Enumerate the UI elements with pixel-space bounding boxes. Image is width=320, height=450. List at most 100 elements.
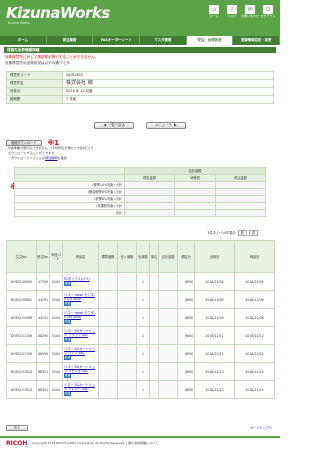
summary-header: 税抜金額 [124, 174, 175, 182]
table-row: DOES149069 47750 5204 PCボックス(パリ) 軽減 1 ¥800 2018… [6, 272, 275, 291]
summary-row-label: (税率10%対象) 小計 [14, 181, 125, 189]
detail-cell-total [158, 344, 178, 363]
summary-row-label: (税率8%対象) 小計 [14, 195, 125, 203]
detail-cell-price [98, 344, 118, 363]
table-row: DOES151814 88301 5104 リコー SGカートリッジ イエロー 4XC… [6, 380, 275, 399]
detail-cell-name[interactable]: リコー SGカートリッジ シアン 4XC 軽減 [62, 344, 99, 363]
return-button[interactable]: 戻る [6, 425, 28, 431]
download-note-3-text: ・ダウンロードファイルの [8, 155, 46, 160]
info-row: 締期間 7 月締 [6, 95, 274, 104]
detail-cell-name[interactable]: リコー mesh モニタ-S GH 4000 軽減 [62, 308, 99, 327]
summary-row-label: (軽減税率8%対象) 小計 [14, 188, 125, 196]
product-name-link[interactable]: リコー SGカートリッジ シアン 4XC [64, 347, 95, 355]
detail-cell-name[interactable]: リコー SGカートリッジ イエロー 4XC 軽減 [62, 380, 99, 399]
table-row: DOES150081 44291 5104 リコー mesh モニタ-S GH 400… [6, 290, 275, 309]
tab-4[interactable]: 受注・出荷状況 [186, 36, 234, 45]
detail-cell-tax: ¥800 [177, 380, 195, 399]
tab-5[interactable]: 登録情報設定・変更 [233, 36, 281, 45]
detail-cell-total [158, 272, 178, 291]
product-name-link[interactable]: リコー SGカートリッジ マゼンタ 4XC [64, 365, 95, 373]
detail-cell-ship: 2018/12/13 [194, 380, 235, 399]
top-nav-item-0[interactable]: ⌂ ホーム [206, 5, 222, 19]
main-tabs: ホーム 発注業務 FAXオーダーシート マスタ管理 受注・出荷状況 登録情報設定・変更 [0, 36, 281, 45]
tax-tag: 軽減 [64, 392, 72, 396]
detail-cell-cost [117, 272, 137, 291]
info-row: 得意先名 株式会社 御 [6, 79, 274, 88]
summary-value [173, 195, 216, 203]
next-page-button[interactable]: 次 [248, 230, 258, 236]
detail-header: 注文No. [6, 240, 37, 273]
detail-cell-order: DOES150098 [6, 308, 37, 327]
back-to-list-label: 一覧へ戻る [108, 123, 125, 128]
field-description-link[interactable]: 項目説明 [45, 156, 57, 160]
detail-cell-code: 5104 [49, 326, 63, 345]
tab-1[interactable]: 発注業務 [47, 36, 94, 45]
product-name-link[interactable]: リコー mesh モニタ-S GH 4000 [64, 293, 95, 301]
detail-cell-name[interactable]: PCボックス(パリ) 軽減 [62, 272, 99, 291]
detail-cell-ship: 2018/12/11 [194, 344, 235, 363]
product-name-link[interactable]: PCボックス(パリ) [64, 277, 90, 281]
menu-button[interactable]: メニューへ ▶ [146, 122, 186, 129]
page: KizunaWorks Kizuna Works ⌂ ホーム? ヘルプ ✉ お問い合わせ… [0, 0, 281, 450]
tab-2[interactable]: FAXオーダーシート [93, 36, 141, 45]
summary-row-label: (非課税対象) 小計 [14, 202, 125, 210]
detail-cell-cost [117, 380, 137, 399]
prev-page-button[interactable]: 前 [237, 230, 247, 236]
detail-cell-deliv: 2018/12/14 [234, 380, 275, 399]
detail-cell-deliv: 2018/12/05 [234, 272, 275, 291]
page-top-link[interactable]: ページトップへ [250, 426, 272, 430]
pager-text: 1件中 1〜10件表示 [207, 231, 236, 235]
detail-cell-ship: 2018/12/13 [194, 362, 235, 381]
top-nav-item-1[interactable]: ? ヘルプ [224, 5, 240, 19]
summary-row: (税率8%対象) 小計 [14, 195, 267, 203]
detail-cell-qty: 1 [136, 272, 150, 291]
detail-cell-code: 5204 [49, 272, 63, 291]
notice: 対象得意先の出荷状況は以下の通りです。 [5, 61, 73, 65]
detail-cell-unit [149, 308, 159, 327]
back-to-list-button[interactable]: ◀ 一覧へ戻る [94, 122, 134, 129]
detail-cell-recv: 88295 [36, 326, 50, 345]
detail-cell-qty: 1 [136, 344, 150, 363]
detail-cell-qty: 1 [136, 362, 150, 381]
top-nav-item-2[interactable]: ✉ お問い合わせ [241, 5, 259, 19]
info-row: 対象月 2018 年 12 月度 [6, 87, 274, 96]
detail-cell-name[interactable]: リコー SGカートリッジ ブラック 4XC 軽減 [62, 326, 99, 345]
detail-cell-total [158, 362, 178, 381]
product-name-link[interactable]: リコー SGカートリッジ イエロー 4XC [64, 383, 95, 391]
top-nav-item-3[interactable]: ⏻ ログアウト [260, 5, 276, 19]
summary-value [124, 188, 175, 196]
detail-header: 合計金額 [158, 240, 178, 273]
table-row: DOES151726 88295 5104 リコー SGカートリッジ シアン 4XC 軽… [6, 344, 275, 363]
summary-title-row: 合計金額 [14, 167, 266, 175]
table-row: DOES151814 88301 5104 リコー SGカートリッジ マゼンタ 4XC… [6, 362, 275, 381]
detail-cell-price [98, 290, 118, 309]
detail-cell-price [98, 272, 118, 291]
detail-header: 仕入価格 [117, 240, 137, 273]
tab-3[interactable]: マスタ管理 [140, 36, 187, 45]
detail-cell-name[interactable]: リコー SGカートリッジ マゼンタ 4XC 軽減 [62, 362, 99, 381]
detail-cell-qty: 1 [136, 380, 150, 399]
tax-tag: 軽減 [64, 320, 72, 324]
kizunaworks-logo[interactable]: KizunaWorks [6, 4, 110, 23]
summary-row-label: 合計 [14, 209, 125, 217]
detail-cell-name[interactable]: リコー mesh モニタ-S GH 4000 軽減 [62, 290, 99, 309]
detail-header: 出荷数 [136, 240, 150, 273]
detail-cell-order: DOES151726 [6, 326, 37, 345]
logout-icon: ⏻ [263, 5, 273, 14]
info-value: 株式会社 御 [62, 79, 274, 88]
detail-cell-tax: ¥800 [177, 272, 195, 291]
tab-0[interactable]: ホーム [0, 36, 47, 45]
product-name-link[interactable]: リコー mesh モニタ-S GH 4000 [64, 311, 95, 319]
top-nav: ⌂ ホーム? ヘルプ ✉ お問い合わせ ⏻ ログアウト [206, 5, 276, 19]
summary-corner [14, 174, 125, 182]
tax-tag: 軽減 [64, 282, 72, 286]
top-nav-label: ヘルプ [227, 14, 237, 18]
summary-value [124, 181, 175, 189]
product-name-link[interactable]: リコー SGカートリッジ ブラック 4XC [64, 329, 95, 337]
detail-cell-recv: 88295 [36, 344, 50, 363]
detail-cell-cost [117, 362, 137, 381]
detail-cell-recv: 44291 [36, 308, 50, 327]
summary-value [214, 181, 267, 189]
summary-header: 税込金額 [214, 174, 267, 182]
pager: 1件中 1〜10件表示 前 次 [207, 230, 258, 236]
